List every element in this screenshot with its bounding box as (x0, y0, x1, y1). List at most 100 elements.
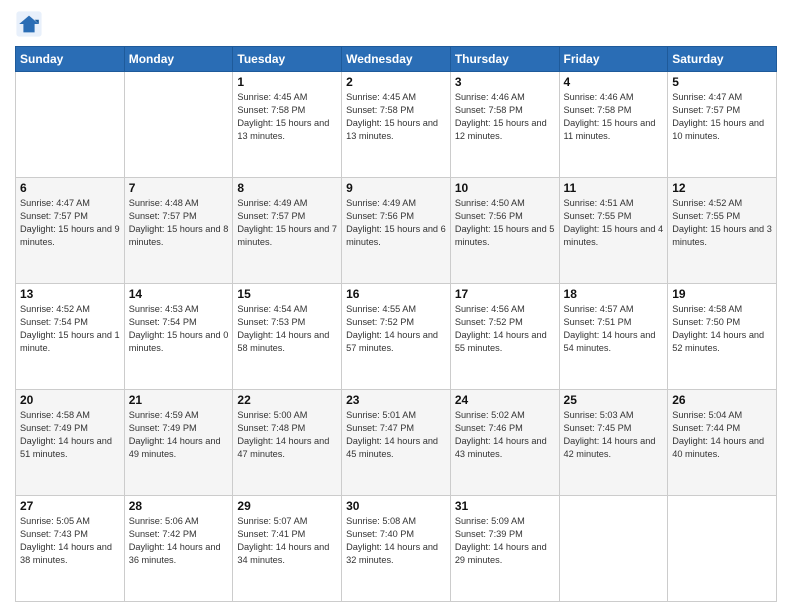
day-cell: 4 Sunrise: 4:46 AMSunset: 7:58 PMDaylight… (559, 72, 668, 178)
calendar-table: SundayMondayTuesdayWednesdayThursdayFrid… (15, 46, 777, 602)
day-number: 17 (455, 287, 555, 301)
day-number: 1 (237, 75, 337, 89)
week-row-2: 6 Sunrise: 4:47 AMSunset: 7:57 PMDaylight… (16, 178, 777, 284)
day-number: 31 (455, 499, 555, 513)
day-info: Sunrise: 4:54 AMSunset: 7:53 PMDaylight:… (237, 303, 337, 355)
day-number: 15 (237, 287, 337, 301)
day-cell: 30 Sunrise: 5:08 AMSunset: 7:40 PMDayligh… (342, 496, 451, 602)
day-number: 22 (237, 393, 337, 407)
day-number: 19 (672, 287, 772, 301)
day-number: 20 (20, 393, 120, 407)
day-cell (668, 496, 777, 602)
page: SundayMondayTuesdayWednesdayThursdayFrid… (0, 0, 792, 612)
day-cell: 14Sunrise: 4:53 AMSunset: 7:54 PMDayligh… (124, 284, 233, 390)
day-info: Sunrise: 4:46 AMSunset: 7:58 PMDaylight:… (564, 91, 664, 143)
day-number: 25 (564, 393, 664, 407)
day-cell: 16 Sunrise: 4:55 AMSunset: 7:52 PMDayligh… (342, 284, 451, 390)
day-cell: 24 Sunrise: 5:02 AMSunset: 7:46 PMDayligh… (450, 390, 559, 496)
day-number: 8 (237, 181, 337, 195)
day-cell: 17Sunrise: 4:56 AMSunset: 7:52 PMDayligh… (450, 284, 559, 390)
day-cell (559, 496, 668, 602)
day-info: Sunrise: 4:58 AMSunset: 7:49 PMDaylight:… (20, 409, 120, 461)
day-info: Sunrise: 4:50 AMSunset: 7:56 PMDaylight:… (455, 197, 555, 249)
day-cell: 20 Sunrise: 4:58 AMSunset: 7:49 PMDayligh… (16, 390, 125, 496)
day-cell: 21Sunrise: 4:59 AMSunset: 7:49 PMDayligh… (124, 390, 233, 496)
day-number: 6 (20, 181, 120, 195)
day-number: 27 (20, 499, 120, 513)
day-cell: 3Sunrise: 4:46 AMSunset: 7:58 PMDaylight… (450, 72, 559, 178)
day-info: Sunrise: 4:55 AMSunset: 7:52 PMDaylight:… (346, 303, 446, 355)
day-number: 26 (672, 393, 772, 407)
weekday-friday: Friday (559, 47, 668, 72)
day-cell: 22 Sunrise: 5:00 AMSunset: 7:48 PMDayligh… (233, 390, 342, 496)
day-number: 29 (237, 499, 337, 513)
day-cell: 15 Sunrise: 4:54 AMSunset: 7:53 PMDayligh… (233, 284, 342, 390)
day-info: Sunrise: 5:02 AMSunset: 7:46 PMDaylight:… (455, 409, 555, 461)
day-number: 23 (346, 393, 446, 407)
day-cell: 31 Sunrise: 5:09 AMSunset: 7:39 PMDayligh… (450, 496, 559, 602)
day-info: Sunrise: 4:47 AMSunset: 7:57 PMDaylight:… (672, 91, 772, 143)
day-info: Sunrise: 5:01 AMSunset: 7:47 PMDaylight:… (346, 409, 446, 461)
logo-icon (15, 10, 43, 38)
day-info: Sunrise: 4:52 AMSunset: 7:54 PMDaylight:… (20, 303, 120, 355)
day-info: Sunrise: 4:45 AMSunset: 7:58 PMDaylight:… (237, 91, 337, 143)
logo (15, 10, 47, 38)
day-number: 12 (672, 181, 772, 195)
day-number: 13 (20, 287, 120, 301)
day-info: Sunrise: 4:57 AMSunset: 7:51 PMDaylight:… (564, 303, 664, 355)
day-cell: 10Sunrise: 4:50 AMSunset: 7:56 PMDayligh… (450, 178, 559, 284)
day-cell: 13 Sunrise: 4:52 AMSunset: 7:54 PMDayligh… (16, 284, 125, 390)
day-number: 11 (564, 181, 664, 195)
day-cell: 25Sunrise: 5:03 AMSunset: 7:45 PMDayligh… (559, 390, 668, 496)
weekday-saturday: Saturday (668, 47, 777, 72)
day-cell: 5 Sunrise: 4:47 AMSunset: 7:57 PMDaylight… (668, 72, 777, 178)
day-info: Sunrise: 5:07 AMSunset: 7:41 PMDaylight:… (237, 515, 337, 567)
day-cell: 7Sunrise: 4:48 AMSunset: 7:57 PMDaylight… (124, 178, 233, 284)
day-info: Sunrise: 5:06 AMSunset: 7:42 PMDaylight:… (129, 515, 229, 567)
day-cell: 19 Sunrise: 4:58 AMSunset: 7:50 PMDayligh… (668, 284, 777, 390)
day-number: 24 (455, 393, 555, 407)
week-row-4: 20 Sunrise: 4:58 AMSunset: 7:49 PMDayligh… (16, 390, 777, 496)
day-info: Sunrise: 4:45 AMSunset: 7:58 PMDaylight:… (346, 91, 446, 143)
day-cell: 27 Sunrise: 5:05 AMSunset: 7:43 PMDayligh… (16, 496, 125, 602)
day-number: 21 (129, 393, 229, 407)
day-info: Sunrise: 5:09 AMSunset: 7:39 PMDaylight:… (455, 515, 555, 567)
header (15, 10, 777, 38)
day-cell: 2 Sunrise: 4:45 AMSunset: 7:58 PMDaylight… (342, 72, 451, 178)
day-info: Sunrise: 5:04 AMSunset: 7:44 PMDaylight:… (672, 409, 772, 461)
day-info: Sunrise: 4:58 AMSunset: 7:50 PMDaylight:… (672, 303, 772, 355)
day-info: Sunrise: 4:49 AMSunset: 7:57 PMDaylight:… (237, 197, 337, 249)
day-info: Sunrise: 5:08 AMSunset: 7:40 PMDaylight:… (346, 515, 446, 567)
day-cell (16, 72, 125, 178)
day-info: Sunrise: 5:05 AMSunset: 7:43 PMDaylight:… (20, 515, 120, 567)
day-info: Sunrise: 4:49 AMSunset: 7:56 PMDaylight:… (346, 197, 446, 249)
day-cell: 8 Sunrise: 4:49 AMSunset: 7:57 PMDaylight… (233, 178, 342, 284)
day-info: Sunrise: 4:52 AMSunset: 7:55 PMDaylight:… (672, 197, 772, 249)
day-number: 14 (129, 287, 229, 301)
day-number: 30 (346, 499, 446, 513)
weekday-sunday: Sunday (16, 47, 125, 72)
day-number: 7 (129, 181, 229, 195)
day-cell: 12 Sunrise: 4:52 AMSunset: 7:55 PMDayligh… (668, 178, 777, 284)
day-number: 3 (455, 75, 555, 89)
day-cell: 28 Sunrise: 5:06 AMSunset: 7:42 PMDayligh… (124, 496, 233, 602)
day-number: 16 (346, 287, 446, 301)
day-number: 5 (672, 75, 772, 89)
day-number: 2 (346, 75, 446, 89)
day-info: Sunrise: 4:47 AMSunset: 7:57 PMDaylight:… (20, 197, 120, 249)
day-number: 4 (564, 75, 664, 89)
day-cell: 26 Sunrise: 5:04 AMSunset: 7:44 PMDayligh… (668, 390, 777, 496)
day-cell: 23 Sunrise: 5:01 AMSunset: 7:47 PMDayligh… (342, 390, 451, 496)
day-cell (124, 72, 233, 178)
weekday-monday: Monday (124, 47, 233, 72)
week-row-3: 13 Sunrise: 4:52 AMSunset: 7:54 PMDayligh… (16, 284, 777, 390)
weekday-thursday: Thursday (450, 47, 559, 72)
day-info: Sunrise: 4:51 AMSunset: 7:55 PMDaylight:… (564, 197, 664, 249)
day-cell: 9Sunrise: 4:49 AMSunset: 7:56 PMDaylight… (342, 178, 451, 284)
day-cell: 6 Sunrise: 4:47 AMSunset: 7:57 PMDaylight… (16, 178, 125, 284)
weekday-tuesday: Tuesday (233, 47, 342, 72)
weekday-wednesday: Wednesday (342, 47, 451, 72)
day-info: Sunrise: 5:00 AMSunset: 7:48 PMDaylight:… (237, 409, 337, 461)
day-cell: 18Sunrise: 4:57 AMSunset: 7:51 PMDayligh… (559, 284, 668, 390)
day-number: 28 (129, 499, 229, 513)
